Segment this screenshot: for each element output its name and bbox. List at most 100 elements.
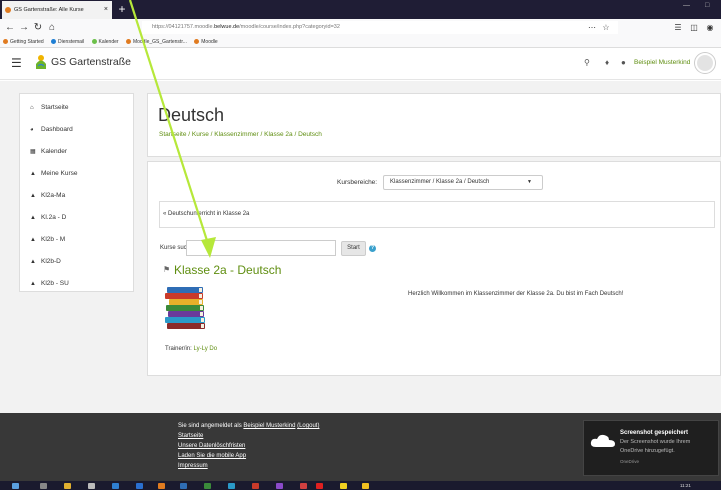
sidebar-item-label: Kl2b - M [41, 236, 66, 243]
footer-link-startseite[interactable]: Startseite [178, 433, 203, 439]
trainer-label: Trainer/in: [165, 346, 192, 352]
books-image [165, 287, 205, 329]
taskbar-clock: 11:21 [680, 483, 691, 488]
kursbereiche-label: Kursbereiche: [337, 179, 378, 186]
messages-icon[interactable]: ● [621, 58, 626, 67]
taskbar-explorer-icon[interactable] [64, 483, 71, 489]
start-windows-icon[interactable] [12, 483, 19, 489]
taskbar-search-icon[interactable] [40, 483, 47, 489]
back-icon[interactable]: ← [4, 20, 16, 35]
sidebar-item-kl2b-m[interactable]: ▲ Kl2b - M [20, 229, 133, 251]
avatar[interactable] [695, 53, 715, 73]
page-header-card [147, 93, 721, 157]
sidebar-item-meine-kurse[interactable]: ▲ Meine Kurse [20, 163, 133, 185]
taskbar-firefox-icon[interactable] [158, 483, 165, 489]
footer-link-mobile-app[interactable]: Laden Sie die mobile App [178, 453, 246, 459]
minimize-icon[interactable]: — [683, 2, 690, 9]
taskbar-word-icon[interactable] [180, 483, 187, 489]
sidebar-item-dashboard[interactable]: ◕ Dashboard [20, 119, 133, 141]
sidebar-item-label: Startseite [41, 104, 69, 111]
help-icon[interactable]: ? [369, 245, 376, 252]
login-user-link[interactable]: Beispiel Musterkind [243, 423, 295, 429]
search-start-button[interactable]: Start [341, 241, 366, 256]
breadcrumb[interactable]: Startseite / Kurse / Klassenzimmer / Kla… [159, 131, 322, 138]
graduation-cap-icon: ▲ [30, 259, 36, 265]
toast-title: Screenshot gespeichert [620, 430, 689, 436]
page-actions-icon[interactable]: ⋯ [586, 20, 598, 35]
taskbar-app-icon[interactable] [316, 483, 323, 489]
kursbereiche-select[interactable]: Klassenzimmer / Klasse 2a / Deutsch ▼ [383, 175, 543, 190]
graduation-cap-icon: ▲ [30, 281, 36, 287]
sidebar-item-startseite[interactable]: ⌂ Startseite [20, 97, 133, 119]
bookmark-item[interactable]: Getting Started [3, 39, 44, 45]
user-menu-name[interactable]: Beispiel Musterkind [634, 59, 690, 66]
maximize-icon[interactable]: □ [705, 2, 709, 9]
sidebar-item-label: Kl2b - SU [41, 280, 69, 287]
login-info: Sie sind angemeldet als Beispiel Musterk… [178, 423, 319, 429]
graduation-cap-icon: ▲ [30, 237, 36, 243]
taskbar-onenote-icon[interactable] [276, 483, 283, 489]
sidebar-item-kl2a-d[interactable]: ▲ Kl.2a - D [20, 207, 133, 229]
toast-body-line1: Der Screenshot wurde Ihrem [620, 439, 691, 445]
sidebar-item-label: Kl2a-Ma [41, 192, 66, 199]
cloud-icon [590, 434, 615, 447]
account-icon[interactable]: ◉ [704, 20, 716, 35]
reload-icon[interactable]: ↻ [32, 20, 44, 35]
url-bar[interactable]: https://04121757.moodle.belwue.de/moodle… [142, 21, 618, 34]
browser-tab[interactable]: GS Gartenstraße: Alle Kurse × [2, 1, 112, 19]
url-suffix: /moodle/course/index.php?categoryid=32 [239, 24, 340, 30]
site-name[interactable]: GS Gartenstraße [51, 56, 131, 68]
course-search-input[interactable] [186, 240, 336, 256]
footer-link-impressum[interactable]: Impressum [178, 463, 208, 469]
taskbar-app-icon[interactable] [362, 483, 369, 489]
bookmarks-bar: Getting Started Dienstemail Kalender Moo… [0, 36, 721, 48]
logout-link[interactable]: (Logout) [297, 423, 319, 429]
tab-title: GS Gartenstraße: Alle Kurse [14, 7, 84, 13]
forward-icon[interactable]: → [18, 20, 30, 35]
taskbar-app-icon[interactable] [340, 483, 347, 489]
footer-link-datenloeschfristen[interactable]: Unsere Datenlöschfristen [178, 443, 245, 449]
library-icon[interactable]: ☰ [672, 20, 684, 35]
course-title-link[interactable]: Klasse 2a - Deutsch [174, 263, 281, 277]
taskbar-app-icon[interactable] [300, 483, 307, 489]
home-browser-icon[interactable]: ⌂ [46, 20, 58, 35]
sidebar-item-label: Kl.2a - D [41, 214, 67, 221]
sidebar-item-label: Dashboard [41, 126, 73, 133]
sidebar-item-kl2a-ma[interactable]: ▲ Kl2a-Ma [20, 185, 133, 207]
taskbar-store-icon[interactable] [88, 483, 95, 489]
moodle-header: ☰ GS Gartenstraße ⚲ ♦ ● Beispiel Musterk… [0, 48, 721, 80]
url-domain: belwue.de [214, 24, 240, 30]
calendar-icon: ▦ [30, 149, 36, 155]
sidebar-item-label: Kl2b-D [41, 258, 61, 265]
dashboard-icon: ◕ [30, 127, 34, 133]
menu-toggle-icon[interactable]: ☰ [11, 56, 22, 70]
home-icon: ⌂ [30, 105, 34, 111]
bookmark-item[interactable]: Kalender [91, 39, 119, 45]
trainer-line: Trainer/in: Ly-Ly Do [165, 346, 217, 352]
bookmark-item[interactable]: Dienstemail [51, 39, 84, 45]
trainer-name-link[interactable]: Ly-Ly Do [193, 346, 217, 352]
taskbar-app-icon[interactable] [228, 483, 235, 489]
bookmark-item[interactable]: Moodle_GS_Gartenstr... [125, 39, 187, 45]
sidebar-toggle-icon[interactable]: ◫ [688, 20, 700, 35]
new-tab-button[interactable]: + [116, 2, 128, 16]
bookmark-item[interactable]: Moodle [194, 39, 218, 45]
bookmark-star-icon[interactable]: ☆ [600, 20, 612, 35]
moodle-favicon-icon [5, 7, 11, 13]
notification-bell-icon[interactable]: ♦ [605, 58, 609, 67]
sidebar-item-kl2b-su[interactable]: ▲ Kl2b - SU [20, 273, 133, 295]
sidebar-item-kalender[interactable]: ▦ Kalender [20, 141, 133, 163]
course-link-icon: ⚑ [163, 265, 171, 274]
os-taskbar [0, 481, 721, 490]
taskbar-mail-icon[interactable] [112, 483, 119, 489]
search-icon[interactable]: ⚲ [584, 58, 590, 67]
sidebar-item-label: Meine Kurse [41, 170, 78, 177]
taskbar-powerpoint-icon[interactable] [252, 483, 259, 489]
taskbar-excel-icon[interactable] [204, 483, 211, 489]
sidebar-item-kl2b-d[interactable]: ▲ Kl2b-D [20, 251, 133, 273]
url-prefix: https://04121757.moodle. [152, 24, 215, 30]
graduation-cap-icon: ▲ [30, 215, 36, 221]
tab-close-icon[interactable]: × [104, 1, 108, 19]
taskbar-edge-icon[interactable] [136, 483, 143, 489]
school-logo-icon[interactable] [34, 54, 48, 70]
